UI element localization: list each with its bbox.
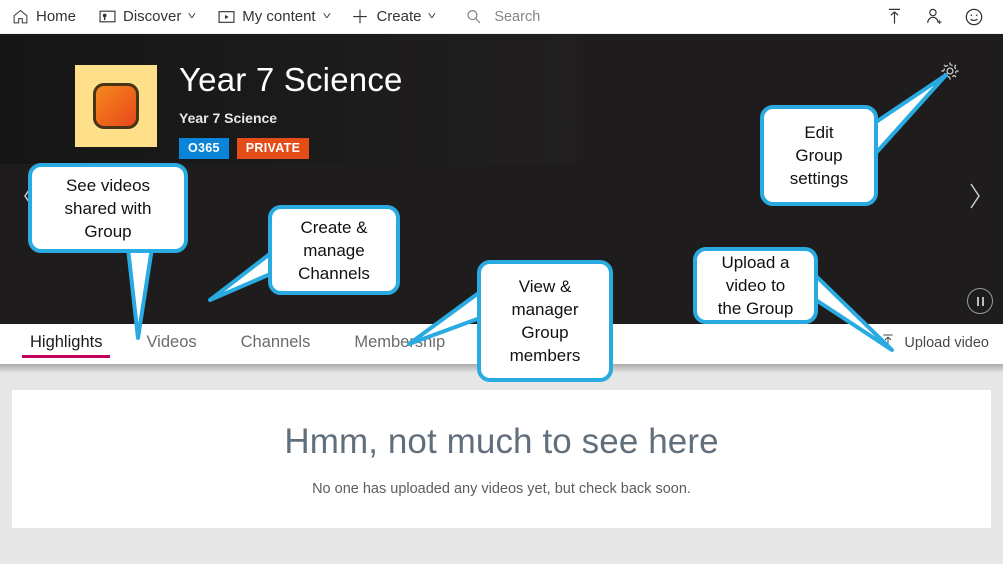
callout-edit-settings-text: Edit Group settings bbox=[789, 123, 849, 188]
callout-upload-video: Upload a video to the Group bbox=[693, 247, 818, 324]
callout-create-channels-text: Create & manage Channels bbox=[298, 217, 370, 283]
tail-view-members bbox=[407, 290, 482, 346]
callout-see-videos-text: See videos shared with Group bbox=[64, 175, 152, 241]
callout-view-members-text: View & manager Group members bbox=[509, 277, 581, 365]
tail-create-channels bbox=[208, 248, 277, 302]
callout-edit-settings: Edit Group settings bbox=[760, 105, 878, 206]
stream-group-page: Home Discover ˅ My content ˅ Create ˅ Se… bbox=[0, 0, 1003, 564]
tail-see-videos bbox=[126, 246, 154, 340]
callout-see-videos: See videos shared with Group bbox=[28, 163, 188, 253]
callout-create-channels: Create & manage Channels bbox=[268, 205, 400, 295]
tail-edit-settings bbox=[874, 73, 948, 155]
tail-upload-video bbox=[814, 274, 894, 352]
callout-view-members: View & manager Group members bbox=[477, 260, 613, 382]
callout-upload-video-text: Upload a video to the Group bbox=[717, 253, 794, 318]
